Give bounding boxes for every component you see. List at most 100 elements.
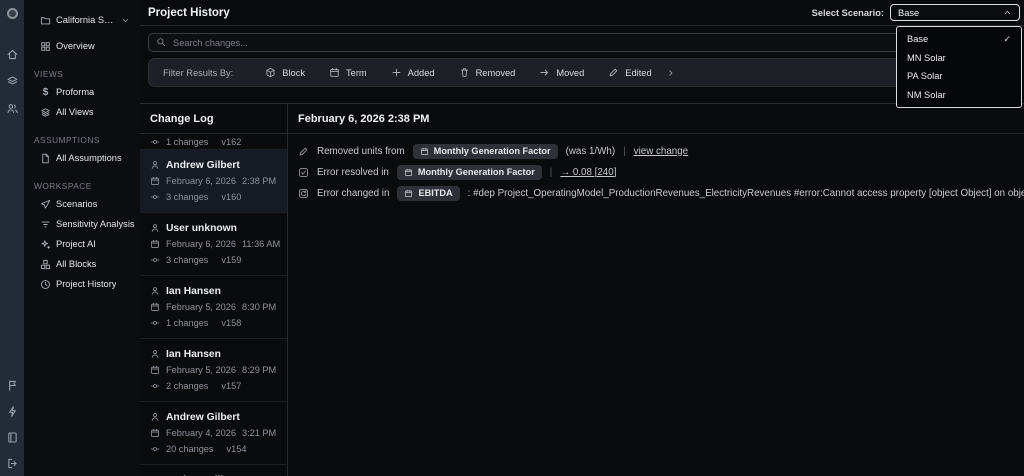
check-icon: ✓ xyxy=(1003,33,1011,44)
changelog-entry[interactable]: Andrew Gilbert February 6, 2026 2:38 PM 3… xyxy=(140,150,287,213)
chevron-right-icon[interactable] xyxy=(666,68,676,78)
entry-time: 11:36 AM xyxy=(241,239,281,249)
entry-date: February 4, 2026 xyxy=(166,428,236,438)
changelog-panel: Change Log 1 changes v162 Andrew Gilbert… xyxy=(140,104,288,476)
calendar-icon xyxy=(404,168,412,176)
search-input[interactable] xyxy=(148,33,1016,52)
changelog-list: 1 changes v162 Andrew Gilbert February 6… xyxy=(140,134,287,476)
entry-changes: 2 changes xyxy=(166,381,209,391)
logout-icon[interactable] xyxy=(6,457,19,470)
calendar-icon xyxy=(151,176,159,185)
filter-button-moved[interactable]: Moved xyxy=(527,67,596,78)
sidebar-item-label: Project History xyxy=(56,279,117,289)
entry-version: v162 xyxy=(221,136,242,147)
scenario-option-nm-solar[interactable]: NM Solar xyxy=(897,86,1021,105)
change-prefix: Error changed in xyxy=(317,187,390,199)
entry-time: 8:29 PM xyxy=(241,365,277,375)
sidebar-item-label: Overview xyxy=(56,41,95,51)
filter-bar: Filter Results By: Block Term Added Remo… xyxy=(148,58,1016,87)
scenario-option-label: MN Solar xyxy=(907,52,946,63)
person-icon xyxy=(151,350,159,358)
scenario-option-label: NM Solar xyxy=(907,89,946,100)
entry-version: v160 xyxy=(221,192,242,202)
entry-time: 8:30 PM xyxy=(241,302,277,312)
sidebar-item-sensitivity-analysis[interactable]: Sensitivity Analysis xyxy=(40,214,136,234)
changes-icon xyxy=(150,258,160,262)
document-icon xyxy=(42,153,49,163)
filter-button-label: Edited xyxy=(625,67,652,78)
entry-author: Ian Hansen xyxy=(166,285,221,297)
app-logo-icon[interactable] xyxy=(6,8,18,19)
calendar-icon xyxy=(151,239,159,248)
block-badge[interactable]: Monthly Generation Factor xyxy=(412,143,558,159)
changelog-entry[interactable]: User unknown February 6, 2026 11:36 AM 3 … xyxy=(140,213,287,276)
sidebar-item-label: Sensitivity Analysis xyxy=(56,219,135,229)
flag-icon[interactable] xyxy=(6,379,19,392)
layers-icon[interactable] xyxy=(6,75,19,88)
project-selector[interactable]: California Sol... xyxy=(40,10,136,30)
rail-bottom-group xyxy=(6,379,19,470)
sidebar-item-all-assumptions[interactable]: All Assumptions xyxy=(40,148,136,168)
filter-button-edited[interactable]: Edited xyxy=(596,67,663,78)
section-title-workspace: WORKSPACE xyxy=(34,181,92,191)
sidebar-item-project-history[interactable]: Project History xyxy=(40,274,136,294)
filter-button-added[interactable]: Added xyxy=(379,67,447,78)
scenario-dropdown-menu: Base ✓ MN Solar PA Solar NM Solar xyxy=(896,26,1022,108)
view-change-link[interactable]: view change xyxy=(634,146,688,157)
project-name: California Sol... xyxy=(56,15,116,25)
scenario-option-base[interactable]: Base ✓ xyxy=(897,30,1021,49)
filter-button-label: Block xyxy=(282,67,305,78)
changelog-entry[interactable]: Andrew Gilbert February 4, 2026 3:21 PM 2… xyxy=(140,402,287,465)
entry-author: Andrew Gilbert xyxy=(166,159,240,171)
sidebar-item-project-ai[interactable]: Project AI xyxy=(40,234,136,254)
filter-button-label: Term xyxy=(346,67,367,78)
filter-button-block[interactable]: Block xyxy=(253,67,317,78)
sidebar-item-all-blocks[interactable]: All Blocks xyxy=(40,254,136,274)
sidebar-item-proforma[interactable]: $ Proforma xyxy=(40,82,136,102)
scenario-option-pa-solar[interactable]: PA Solar xyxy=(897,67,1021,86)
filter-button-term[interactable]: Term xyxy=(317,67,379,78)
pencil-icon xyxy=(299,147,308,155)
pencil-icon xyxy=(609,68,618,77)
badge-label: Monthly Generation Factor xyxy=(417,167,535,177)
users-icon[interactable] xyxy=(6,102,19,115)
sidebar-item-label: Proforma xyxy=(56,87,95,97)
calendar-icon xyxy=(151,302,159,311)
scenario-option-mn-solar[interactable]: MN Solar xyxy=(897,49,1021,68)
page-title: Project History xyxy=(148,6,230,19)
arrow-right-icon xyxy=(540,69,549,76)
sidebar-item-overview[interactable]: Overview xyxy=(40,36,136,56)
sidebar-item-all-views[interactable]: All Views xyxy=(40,102,136,122)
changelog-entry[interactable]: Ian Hansen February 5, 2026 8:29 PM 2 cha… xyxy=(140,339,287,402)
changelog-entry-partial[interactable]: 1 changes v162 xyxy=(140,134,287,150)
sidebar-item-label: All Views xyxy=(56,107,94,117)
lightning-icon[interactable] xyxy=(6,405,19,418)
entry-version: v159 xyxy=(221,255,242,265)
section-title-assumptions: ASSUMPTIONS xyxy=(34,135,100,145)
icon-rail xyxy=(0,0,24,476)
main-header: Project History Select Scenario: Base xyxy=(140,0,1024,26)
sidebar-item-scenarios[interactable]: Scenarios xyxy=(40,194,136,214)
book-icon[interactable] xyxy=(6,431,19,444)
value-change-link[interactable]: → 0.08 [240] xyxy=(560,167,616,178)
grid-icon xyxy=(41,41,50,51)
entry-author: User unknown xyxy=(166,222,237,234)
entry-date: February 6, 2026 xyxy=(166,239,236,249)
home-icon[interactable] xyxy=(6,48,19,61)
detail-title: February 6, 2026 2:38 PM xyxy=(288,104,1024,134)
change-row: Error resolved in Monthly Generation Fac… xyxy=(298,164,1024,180)
block-badge[interactable]: Monthly Generation Factor xyxy=(396,164,542,180)
change-row: Error changed in EBITDA : #dep Project_O… xyxy=(298,185,1024,201)
person-icon xyxy=(151,224,159,232)
select-scenario-label: Select Scenario: xyxy=(811,7,884,18)
change-detail-text: (was 1/Wh) xyxy=(565,145,616,157)
person-icon xyxy=(151,161,159,169)
filter-button-removed[interactable]: Removed xyxy=(447,67,528,78)
changes-icon xyxy=(150,139,160,144)
plus-icon xyxy=(392,68,401,77)
changelog-entry[interactable]: Andrew Gilbert xyxy=(140,465,287,476)
scenario-option-label: PA Solar xyxy=(907,71,943,82)
scenario-select[interactable]: Base xyxy=(890,4,1020,21)
changelog-entry[interactable]: Ian Hansen February 5, 2026 8:30 PM 1 cha… xyxy=(140,276,287,339)
block-badge[interactable]: EBITDA xyxy=(397,185,460,201)
